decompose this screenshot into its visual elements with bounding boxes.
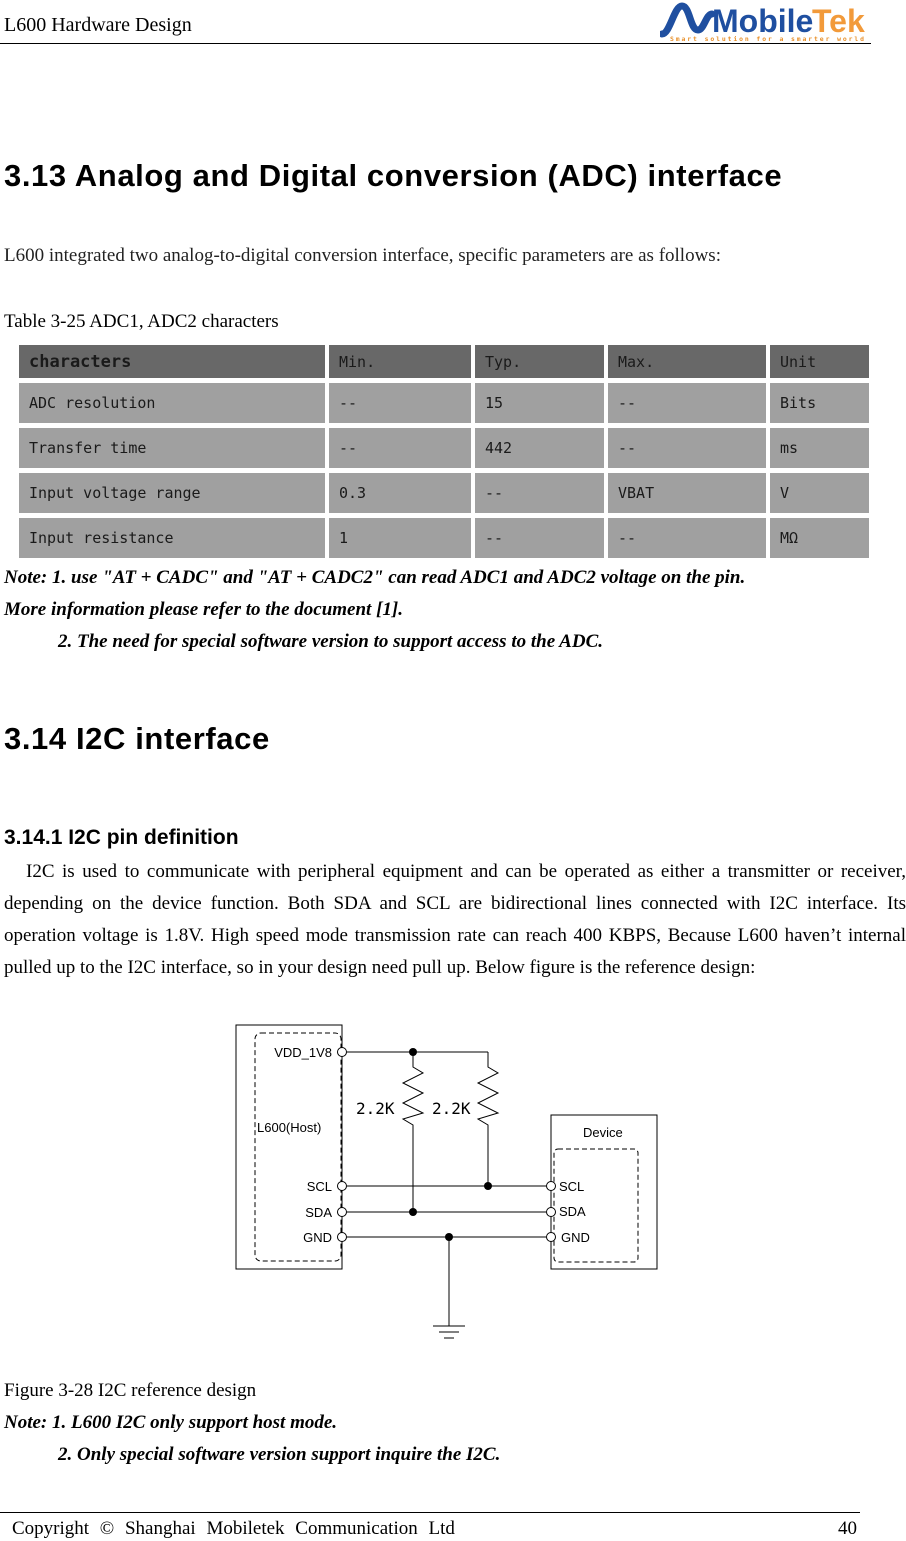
table-row: Input voltage range 0.3 -- VBAT V [19,473,869,513]
table-header-cell: Typ. [475,345,604,378]
mobiletek-logo: Mobile Tek Smart solution for a smarter … [660,2,865,42]
host-inner-dashed [254,1032,342,1262]
table-header-cell: Max. [608,345,766,378]
table-cell: ADC resolution [19,383,325,423]
i2c-note-1: Note: 1. L600 I2C only support host mode… [4,1412,338,1433]
i2c-body-text: I2C is used to communicate with peripher… [4,856,906,984]
table-cell: Input resistance [19,518,325,558]
host-pin-label: VDD_1V8 [274,1045,332,1060]
table-cell: -- [475,473,604,513]
table-cell: -- [329,428,471,468]
table-cell: Transfer time [19,428,325,468]
section-heading-i2c: 3.14 I2C interface [4,721,270,756]
logo-brand-right: Tek [812,3,865,39]
table-cell: Input voltage range [19,473,325,513]
table-cell: Bits [770,383,869,423]
logo-wave-icon [660,2,716,38]
device-pin-label: SCL [559,1179,584,1194]
junction-dot [409,1048,417,1056]
logo-brand-left: Mobile [712,3,813,39]
host-pin-scl-icon [337,1181,347,1191]
host-pin-label: SCL [307,1179,332,1194]
resistor-2-icon [476,1052,500,1186]
host-pin-label: GND [303,1230,332,1245]
i2c-note-2: 2. Only special software version support… [58,1444,501,1465]
junction-dot [484,1182,492,1190]
device-pin-gnd-icon [546,1232,556,1242]
device-pin-scl-icon [546,1181,556,1191]
table-cell: -- [608,518,766,558]
logo-tagline: Smart solution for a smarter world [670,35,864,42]
host-pin-vdd-icon [337,1047,347,1057]
footer-copyright: Copyright © Shanghai Mobiletek Communica… [12,1518,455,1539]
table-cell: V [770,473,869,513]
adc-characters-table: characters Min. Typ. Max. Unit ADC resol… [15,340,873,563]
header-divider [0,43,871,44]
adc-intro-paragraph: L600 integrated two analog-to-digital co… [4,245,721,266]
device-pin-label: SDA [559,1204,586,1219]
host-pin-label: SDA [305,1205,332,1220]
table-cell: 0.3 [329,473,471,513]
table-cell: 1 [329,518,471,558]
table-cell: -- [475,518,604,558]
resistor-1-value: 2.2K [356,1099,395,1118]
table-caption: Table 3-25 ADC1, ADC2 characters [4,311,279,332]
table-row: ADC resolution -- 15 -- Bits [19,383,869,423]
device-pin-label: GND [561,1230,590,1245]
table-cell: 442 [475,428,604,468]
junction-dot [445,1233,453,1241]
footer-divider [0,1512,860,1513]
subsection-heading-i2c-pins: 3.14.1 I2C pin definition [4,826,239,849]
host-pin-sda-icon [337,1207,347,1217]
i2c-body-paragraph: I2C is used to communicate with peripher… [4,861,906,978]
adc-note-1: Note: 1. use "AT + CADC" and "AT + CADC2… [4,567,746,588]
table-header-cell: characters [19,345,325,378]
table-cell: -- [608,383,766,423]
table-header-cell: Unit [770,345,869,378]
document-header-title: L600 Hardware Design [4,14,192,36]
page-number: 40 [838,1518,857,1539]
table-header-row: characters Min. Typ. Max. Unit [19,345,869,378]
junction-dot [409,1208,417,1216]
figure-caption: Figure 3-28 I2C reference design [4,1380,257,1401]
resistor-1-icon [401,1052,425,1212]
table-row: Input resistance 1 -- -- MΩ [19,518,869,558]
table-cell: -- [608,428,766,468]
table-row: Transfer time -- 442 -- ms [19,428,869,468]
table-header-cell: Min. [329,345,471,378]
i2c-reference-schematic: VDD_1V8 L600(Host) SCL SDA GND Device SC… [235,1024,658,1339]
adc-note-1-continued: More information please refer to the doc… [4,599,403,620]
host-label: L600(Host) [257,1120,321,1135]
table-cell: ms [770,428,869,468]
table-cell: MΩ [770,518,869,558]
host-pin-gnd-icon [337,1232,347,1242]
device-label: Device [583,1125,623,1140]
section-heading-adc: 3.13 Analog and Digital conversion (ADC)… [4,158,783,193]
resistor-2-value: 2.2K [432,1099,471,1118]
table-cell: VBAT [608,473,766,513]
device-pin-sda-icon [546,1207,556,1217]
table-cell: 15 [475,383,604,423]
adc-note-2: 2. The need for special software version… [58,631,603,652]
table-cell: -- [329,383,471,423]
